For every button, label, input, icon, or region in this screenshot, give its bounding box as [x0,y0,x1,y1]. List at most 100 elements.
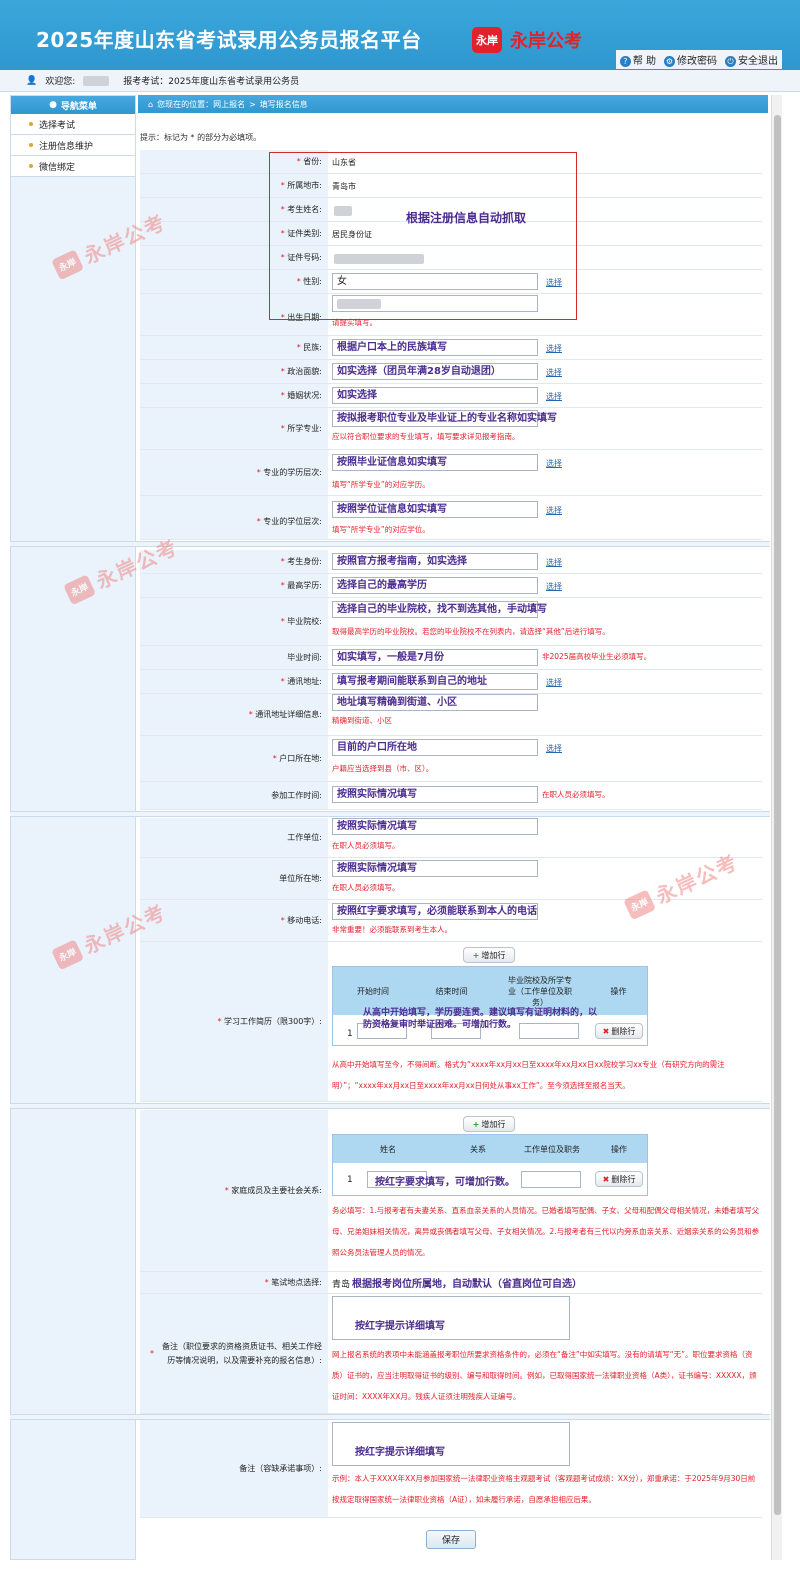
row-major-level: * 专业的学历层次: 按照毕业证信息如实填写 选择 填写“所学专业”的对应学历。 [140,450,762,496]
row-employer: 工作单位: 按照实际情况填写 在职人员必须填写。 [140,818,762,858]
hukou-select-link[interactable]: 选择 [546,743,562,754]
major-note: 应以符合职位要求的专业填写，填写要求详见报考指南。 [332,432,520,441]
family-col-employer: 工作单位及职务 [513,1135,591,1163]
sidebar-item-wechat[interactable]: 微信绑定 [11,156,135,177]
education-select-link[interactable]: 选择 [546,581,562,592]
required-hint: 提示：标记为 * 的部分为必填项。 [140,133,262,142]
plus-icon: + [472,950,480,960]
phone-note: 非常重要！必须能联系到考生本人。 [332,925,452,934]
row-commit: 备注（容缺承诺事项）: 按红字提示详细填写 示例：本人于XXXX年XX月参加国家… [140,1420,762,1518]
exam-site-value[interactable]: 青岛 [332,1277,350,1290]
family-delete-row-button[interactable]: ✖ 删除行 [595,1171,643,1187]
sidebar-item-select-exam[interactable]: 选择考试 [11,114,135,135]
bullet-icon [29,164,33,168]
nav-icon: ● [49,100,57,110]
row-school: * 毕业院校: 选择自己的毕业院校，找不到选其他，手动填写 取得最高学历的毕业院校。… [140,598,762,646]
help-icon: ? [619,56,631,67]
logout-link[interactable]: ⏻ 安全退出 [725,52,778,67]
degree-level-input[interactable]: 按照学位证信息如实填写 [332,501,538,518]
commit-textarea[interactable]: 按红字提示详细填写 [332,1422,570,1466]
row-political: * 政治面貌: 如实选择（团员年满28岁自动退团） 选择 [140,360,762,384]
auto-fill-note: 根据注册信息自动抓取 [406,211,527,225]
row-address: * 通讯地址: 填写报考期间能联系到自己的地址 选择 [140,670,762,694]
app-title: 2025年度山东省考试录用公务员报名平台 [36,28,422,52]
major-level-select-link[interactable]: 选择 [546,458,562,469]
breadcrumb: ⌂ 您现在的位置：网上报名 > 填写报名信息 [138,95,768,113]
sidebar: ● 导航菜单 选择考试 注册信息维护 微信绑定 [10,95,136,1560]
resume-add-row-button[interactable]: + 增加行 [463,947,515,963]
user-icon: 👤 [26,75,38,86]
phone-input[interactable]: 按照红字要求填写，必须能联系到本人的电话 [332,903,538,920]
identity-select-link[interactable]: 选择 [546,557,562,568]
school-input[interactable]: 选择自己的毕业院校，找不到选其他，手动填写 [332,601,547,618]
employer-loc-note: 在职人员必须填写。 [332,883,400,892]
remark-note: 网上报名系统的表项中未能涵盖报考职位所要求资格条件的，必须在“备注”中如实填写。… [332,1350,757,1401]
family-overlay-tip: 按红字要求填写，可增加行数。 [375,1177,515,1188]
family-employer-input[interactable] [521,1171,581,1188]
degree-level-select-link[interactable]: 选择 [546,505,562,516]
row-grad-time: 毕业时间: 如实填写，一般是7月份 非2025届高校毕业生必须填写。 [140,646,762,670]
row-address-detail: * 通讯地址详细信息: 地址填写精确到街道、小区 精确到街道、小区 [140,694,762,736]
identity-input[interactable]: 按照官方报考指南，如实选择 [332,553,538,570]
address-input[interactable]: 填写报考期间能联系到自己的地址 [332,673,538,690]
hukou-input[interactable]: 目前的户口所在地 [332,739,538,756]
family-col-name: 姓名 [333,1135,443,1163]
header-bar: 2025年度山东省考试录用公务员报名平台 永岸 永岸公考 ? 帮 助 ⚙ 修改密码 … [0,0,800,70]
political-select-link[interactable]: 选择 [546,367,562,378]
home-icon: ⌂ [148,99,154,109]
sidebar-item-register-info[interactable]: 注册信息维护 [11,135,135,156]
plus-icon: + [472,1119,480,1129]
change-password-link[interactable]: ⚙ 修改密码 [664,52,717,67]
save-button[interactable]: 保存 [426,1530,476,1549]
top-links: ? 帮 助 ⚙ 修改密码 ⏻ 安全退出 [615,50,782,69]
family-note: 务必填写：1.与报考者有夫妻关系、直系血亲关系的人员情况。已婚者填写配偶、子女、… [332,1206,760,1257]
major-level-input[interactable]: 按照毕业证信息如实填写 [332,454,538,471]
marriage-input[interactable]: 如实选择 [332,387,538,404]
app-root: 2025年度山东省考试录用公务员报名平台 永岸 永岸公考 ? 帮 助 ⚙ 修改密码 … [0,0,800,1584]
breadcrumb-current: 填写报名信息 [259,99,308,109]
remark-textarea[interactable]: 按红字提示详细填写 [332,1296,570,1340]
ethnic-select-link[interactable]: 选择 [546,343,562,354]
major-input[interactable]: 按拟报考职位专业及毕业证上的专业名称如实填写 [332,410,557,427]
row-resume: * 学习工作简历（限300字）: + 增加行 开始时间 结束时间 毕业院校及所学专… [140,942,762,1102]
row-hukou: * 户口所在地: 目前的户口所在地 选择 户籍应当选择到县（市、区）。 [140,736,762,782]
scrollbar[interactable] [771,95,782,1560]
resume-delete-row-button[interactable]: ✖ 删除行 [595,1023,643,1039]
employer-input[interactable]: 按照实际情况填写 [332,818,538,835]
bullet-icon [29,122,33,126]
employer-loc-input[interactable]: 按照实际情况填写 [332,860,538,877]
political-input[interactable]: 如实选择（团员年满28岁自动退团） [332,363,538,380]
help-link[interactable]: ? 帮 助 [619,52,656,67]
address-select-link[interactable]: 选择 [546,677,562,688]
username-blurred [83,75,110,86]
exam-site-note: 根据报考岗位所属地，自动默认（省直岗位可自选） [352,1279,582,1290]
power-icon: ⏻ [725,56,736,67]
row-marriage: * 婚姻状况: 如实选择 选择 [140,384,762,408]
delete-icon: ✖ [602,1174,610,1184]
resume-table: 开始时间 结束时间 毕业院校及所学专业（工作单位及职务） 操作 1 ✖ 删除行 从… [332,966,648,1046]
breadcrumb-link[interactable]: 您现在的位置：网上报名 [157,99,245,110]
ethnic-input[interactable]: 根据户口本上的民族填写 [332,339,538,356]
welcome-bar: 👤 欢迎您: 报考考试：2025年度山东省考试录用公务员 [0,70,800,92]
exam-label: 报考考试：2025年度山东省考试录用公务员 [123,77,300,87]
brand-logo: 永岸 永岸公考 [472,27,582,53]
grad-time-note: 非2025届高校毕业生必须填写。 [542,652,652,661]
major-level-note: 填写“所学专业”的对应学历。 [332,480,430,489]
bullet-icon [29,143,33,147]
sidebar-header: ● 导航菜单 [11,96,135,114]
family-table: 姓名 关系 工作单位及职务 操作 1 ✖ 删除行 按红字要求填写，可增加行数。 [332,1134,648,1196]
work-time-input[interactable]: 按照实际情况填写 [332,786,538,803]
commit-note: 示例：本人于XXXX年XX月参加国家统一法律职业资格主观题考试（客观题考试成绩：… [332,1474,756,1504]
scroll-thumb[interactable] [774,115,781,1515]
address-detail-input[interactable]: 地址填写精确到街道、小区 [332,694,538,711]
employer-note: 在职人员必须填写。 [332,841,400,850]
school-note: 取得最高学历的毕业院校。若您的毕业院校不在列表内，请选择“其他”后进行填写。 [332,627,610,636]
family-add-row-button[interactable]: + 增加行 [463,1116,515,1132]
hukou-note: 户籍应当选择到县（市、区）。 [332,764,434,773]
row-work-time: 参加工作时间: 按照实际情况填写 在职人员必须填写。 [140,782,762,810]
resume-note: 从高中开始填写至今，不得间断。格式为“xxxx年xx月xx日至xxxx年xx月x… [332,1060,725,1090]
row-ethnic: * 民族: 根据户口本上的民族填写 选择 [140,336,762,360]
education-input[interactable]: 选择自己的最高学历 [332,577,538,594]
marriage-select-link[interactable]: 选择 [546,391,562,402]
grad-time-input[interactable]: 如实填写，一般是7月份 [332,649,538,666]
